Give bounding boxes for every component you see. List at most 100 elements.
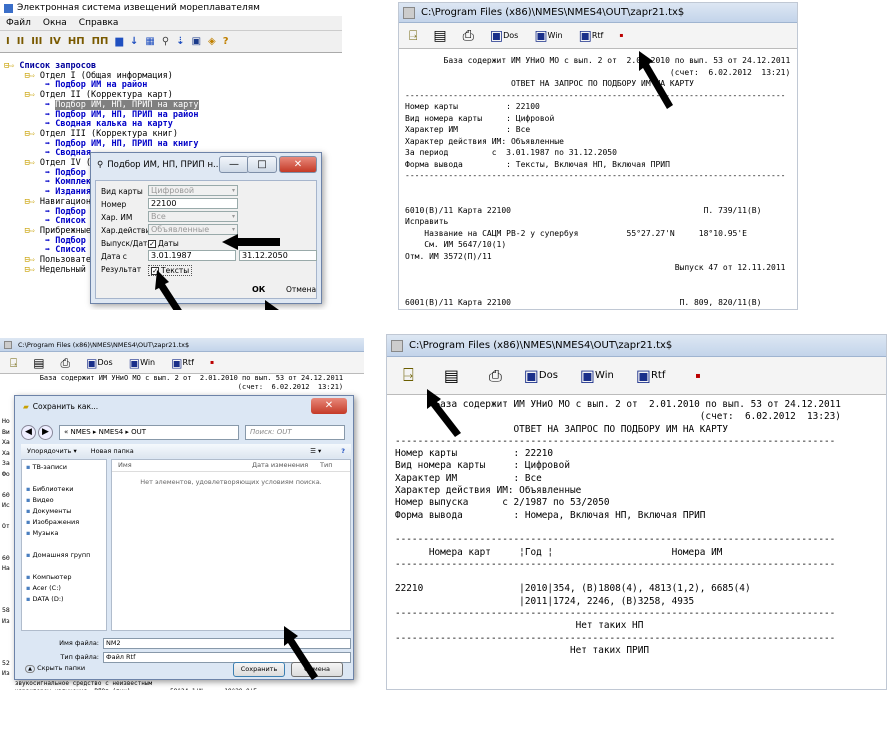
close-button[interactable]: ✕ xyxy=(279,156,317,173)
save-win-button[interactable]: ▣ Win xyxy=(129,356,155,370)
char-select[interactable]: Все ▾ xyxy=(148,211,238,222)
report-toolbar: ⍈ ▤ ⎙ ▣ Dos ▣ Win ▣ Rtf ▪ xyxy=(0,352,364,374)
new-folder-button[interactable]: Новая папка xyxy=(91,447,134,455)
toolbar-btn-3[interactable]: III xyxy=(31,36,42,47)
path-input[interactable]: « NMES ▸ NMES4 ▸ OUT xyxy=(59,424,239,440)
copy-button[interactable]: ▤ xyxy=(444,367,459,383)
pointer-arrow-save xyxy=(284,626,318,680)
menu-file[interactable]: Файл xyxy=(6,18,31,28)
save-button[interactable]: Сохранить xyxy=(233,662,285,677)
save-rtf-button[interactable]: ▣ Rtf xyxy=(171,356,194,370)
nav-item-label: Документы xyxy=(32,507,72,515)
save-dos-button[interactable]: ▣ Dos xyxy=(490,29,518,43)
nav-item-label: Видео xyxy=(32,496,54,504)
dates-label: Даты xyxy=(158,239,179,248)
number-input[interactable]: 22100 xyxy=(148,198,238,209)
minimize-button[interactable]: — xyxy=(219,156,249,173)
report-line: Нет таких ПРИП xyxy=(395,644,649,656)
forward-icon[interactable]: ▶ xyxy=(38,424,53,440)
copy-button[interactable]: ▤ xyxy=(33,356,44,370)
language-button[interactable]: ▪ xyxy=(619,32,623,39)
col-date[interactable]: Дата изменения xyxy=(252,460,320,471)
grid-icon[interactable]: ▦ xyxy=(145,36,154,47)
save-win-button[interactable]: ▣ Win xyxy=(534,29,562,43)
exit-button[interactable]: ⍈ xyxy=(403,366,414,384)
toolbar-btn-np[interactable]: НП xyxy=(68,36,85,47)
nav-item xyxy=(26,539,102,550)
nav-item[interactable]: ▪ Acer (C:) xyxy=(26,583,102,594)
book-icon[interactable]: ▆ xyxy=(115,36,123,47)
cancel-button[interactable]: Отмена xyxy=(286,285,316,294)
save-icon[interactable]: ▣ xyxy=(192,36,201,47)
win-label: Win xyxy=(595,370,614,381)
report-line: Номер выпуска с 2/1987 по 53/2050 xyxy=(395,497,610,509)
menu-help[interactable]: Справка xyxy=(79,18,119,28)
nav-item[interactable]: ▪ Изображения xyxy=(26,517,102,528)
toolbar-btn-pp[interactable]: ПП xyxy=(92,36,109,47)
print-button[interactable]: ⎙ xyxy=(463,29,474,43)
col-name[interactable]: Имя xyxy=(112,460,252,471)
report-line: ----------------------------------------… xyxy=(395,608,836,620)
report-line: Характер действия ИМ: Объявленные xyxy=(405,136,564,146)
view-icon[interactable]: ☰ ▾ xyxy=(310,447,321,455)
nav-item-label: Музыка xyxy=(32,529,59,537)
maximize-button[interactable]: □ xyxy=(247,156,277,173)
floppy-icon: ▣ xyxy=(635,365,651,385)
navigation-pane[interactable]: ▪ ТВ-записи ▪ Библиотеки ▪ Видео ▪ Докумен… xyxy=(21,459,107,631)
save-dos-button[interactable]: ▣ Dos xyxy=(86,356,113,370)
nav-item[interactable]: ▪ ТВ-записи xyxy=(26,462,102,473)
nav-item[interactable]: ▪ DATA (D:) xyxy=(26,594,102,605)
back-icon[interactable]: ◀ xyxy=(21,424,36,440)
report-line: (счет: 6.02.2012 13:21) xyxy=(6,383,344,391)
check-icon: ✓ xyxy=(148,240,156,248)
save-win-button[interactable]: ▣ Win xyxy=(580,367,614,383)
report-line: Нет таких НП xyxy=(395,620,644,632)
col-type[interactable]: Тип xyxy=(320,460,332,471)
arrow-down-icon[interactable]: ⇣ xyxy=(176,36,184,47)
language-button[interactable]: ▪ xyxy=(210,359,214,366)
nav-item[interactable]: ▪ Библиотеки xyxy=(26,484,102,495)
search-input[interactable]: Поиск: OUT xyxy=(245,424,345,440)
help-icon[interactable]: ? xyxy=(223,36,229,47)
nav-item[interactable]: ▪ Музыка xyxy=(26,528,102,539)
panel-main-app: Электронная система извещений мореплават… xyxy=(0,0,342,310)
issue-label: Выпуск/Дата xyxy=(101,239,153,248)
toolbar-btn-4[interactable]: IV xyxy=(49,36,60,47)
search-icon[interactable]: ⚲ xyxy=(162,36,169,47)
organize-button[interactable]: Упорядочить ▾ xyxy=(27,447,77,455)
toolbar-btn-2[interactable]: II xyxy=(17,36,24,47)
nav-item[interactable]: ▪ Документы xyxy=(26,506,102,517)
save-rtf-button[interactable]: ▣ Rtf xyxy=(635,365,666,385)
arrow-right-icon: ➡ xyxy=(44,235,56,246)
toolbar-btn-1[interactable]: I xyxy=(6,36,10,47)
exit-button[interactable]: ⍈ xyxy=(10,356,17,370)
settings-icon[interactable]: ◈ xyxy=(208,36,216,47)
rtf-label: Rtf xyxy=(591,31,604,40)
report-line: ОТВЕТ НА ЗАПРОС ПО ПОДБОРУ ИМ НА КАРТУ xyxy=(405,79,694,88)
save-dos-button[interactable]: ▣ Dos xyxy=(524,367,558,383)
menu-windows[interactable]: Окна xyxy=(43,18,67,28)
download-icon[interactable]: ↓ xyxy=(130,36,138,47)
nav-item[interactable]: ▪ Компьютер xyxy=(26,572,102,583)
ok-button[interactable]: ОК xyxy=(252,285,265,294)
dates-checkbox[interactable]: ✓ Даты xyxy=(148,239,179,248)
nav-item[interactable]: ▪ Домашняя групп xyxy=(26,550,102,561)
copy-button[interactable]: ▤ xyxy=(433,29,446,43)
map-type-select[interactable]: Цифровой ▾ xyxy=(148,185,238,196)
nav-item[interactable]: ▪ Видео xyxy=(26,495,102,506)
help-icon[interactable]: ? xyxy=(341,447,345,455)
file-list[interactable]: Имя Дата изменения Тип Нет элементов, уд… xyxy=(111,459,351,631)
map-type-value: Цифровой xyxy=(151,186,195,195)
report-line-fragment: За xyxy=(2,459,10,467)
print-button[interactable]: ⎙ xyxy=(61,356,71,370)
save-rtf-button[interactable]: ▣ Rtf xyxy=(579,29,604,43)
win-label: Win xyxy=(547,31,563,40)
close-button[interactable]: ✕ xyxy=(311,398,347,414)
hide-folders-button[interactable]: ▲ Скрыть папки xyxy=(25,664,85,673)
language-button[interactable]: ▪ xyxy=(695,371,700,380)
exit-button[interactable]: ⍈ xyxy=(409,29,417,43)
print-button[interactable]: ⎙ xyxy=(489,367,502,383)
